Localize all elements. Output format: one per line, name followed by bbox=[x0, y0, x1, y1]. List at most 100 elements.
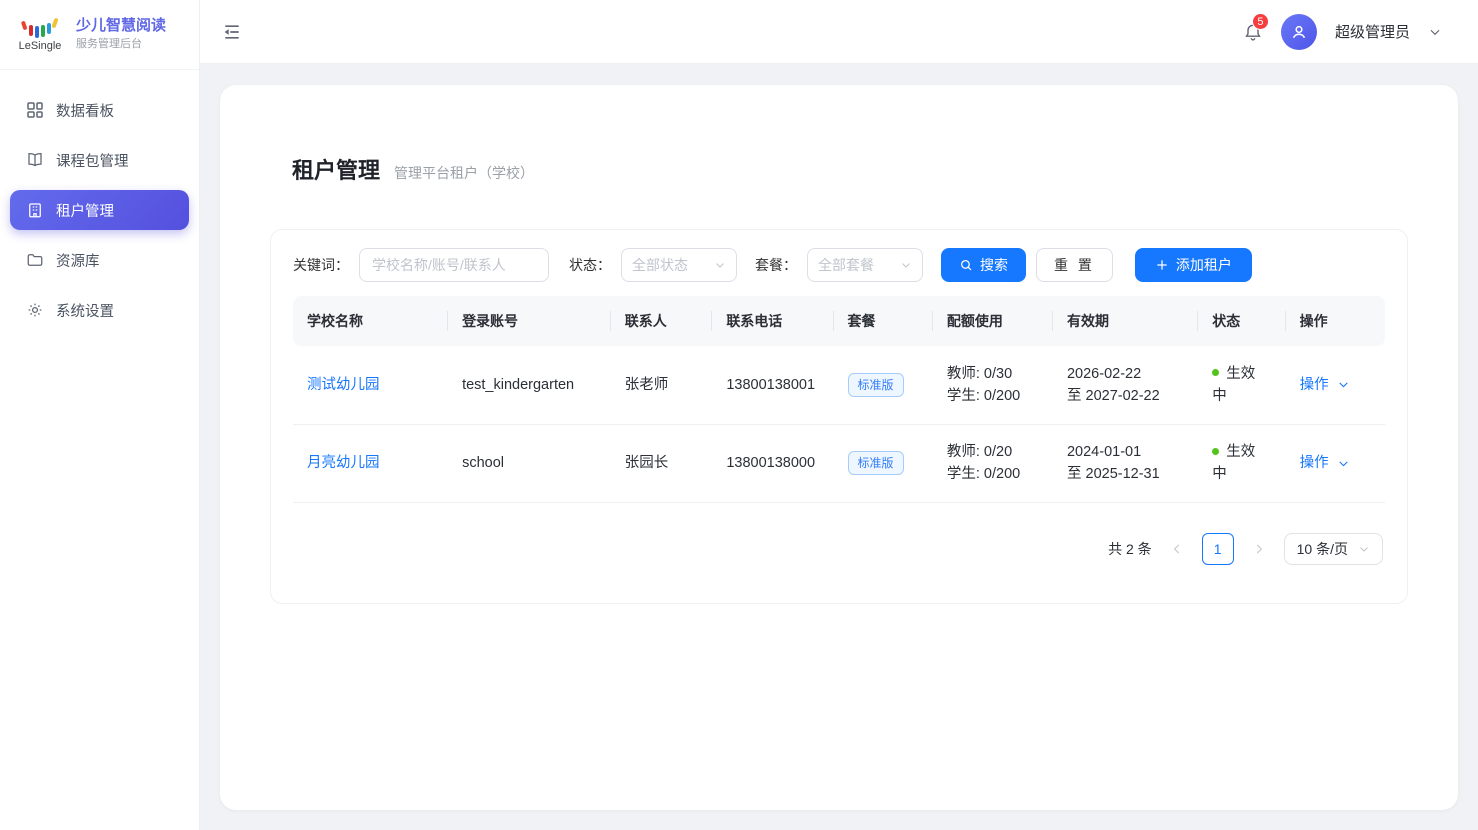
status-select[interactable]: 全部状态 bbox=[621, 248, 737, 282]
status-dot bbox=[1212, 448, 1219, 455]
username[interactable]: 超级管理员 bbox=[1335, 21, 1410, 42]
main-area: 5 超级管理员 租户管理 管理平台租户（学校） bbox=[200, 0, 1478, 830]
folder-icon bbox=[26, 251, 44, 269]
chevron-down-icon bbox=[1337, 378, 1350, 391]
pagination-next-icon[interactable] bbox=[1248, 542, 1270, 556]
action-label: 操作 bbox=[1300, 374, 1329, 396]
sidebar-item-tenants[interactable]: 租户管理 bbox=[10, 190, 189, 230]
row-actions-dropdown[interactable]: 操作 bbox=[1300, 374, 1350, 396]
valid-to: 至 2027-02-22 bbox=[1067, 385, 1184, 407]
brand-logo-area: LeSingle 少儿智慧阅读 服务管理后台 bbox=[0, 0, 199, 70]
plan-label: 套餐： bbox=[755, 255, 797, 275]
plan-badge: 标准版 bbox=[848, 373, 904, 397]
login-account-cell: test_kindergarten bbox=[448, 346, 611, 424]
valid-from: 2026-02-22 bbox=[1067, 363, 1184, 385]
school-name-link[interactable]: 测试幼儿园 bbox=[307, 377, 380, 393]
notification-bell-icon[interactable]: 5 bbox=[1243, 22, 1263, 42]
quota-teacher: 教师: 0/30 bbox=[947, 363, 1039, 385]
brand-logo: LeSingle bbox=[14, 17, 66, 52]
search-icon bbox=[959, 258, 973, 272]
chevron-down-icon[interactable] bbox=[1428, 25, 1442, 39]
col-status: 状态 bbox=[1198, 296, 1285, 346]
sidebar-item-label: 数据看板 bbox=[56, 100, 114, 121]
sidebar-item-dashboard[interactable]: 数据看板 bbox=[10, 90, 189, 130]
sidebar-item-course-packages[interactable]: 课程包管理 bbox=[10, 140, 189, 180]
chevron-down-icon bbox=[1358, 543, 1370, 555]
row-actions-dropdown[interactable]: 操作 bbox=[1300, 452, 1350, 474]
plan-select-value: 全部套餐 bbox=[818, 255, 874, 275]
col-actions: 操作 bbox=[1286, 296, 1385, 346]
quota-teacher: 教师: 0/20 bbox=[947, 441, 1039, 463]
keyword-label: 关键词： bbox=[293, 255, 349, 275]
page-head: 租户管理 管理平台租户（学校） bbox=[270, 153, 1408, 185]
header-right: 5 超级管理员 bbox=[1243, 14, 1442, 50]
validity-cell: 2024-01-01 至 2025-12-31 bbox=[1053, 424, 1198, 502]
page-size-select[interactable]: 10 条/页 bbox=[1284, 533, 1383, 565]
phone-cell: 13800138000 bbox=[712, 424, 833, 502]
add-tenant-button[interactable]: 添加租户 bbox=[1135, 248, 1252, 282]
building-icon bbox=[26, 201, 44, 219]
valid-to: 至 2025-12-31 bbox=[1067, 463, 1184, 485]
page-title: 租户管理 bbox=[292, 153, 380, 185]
tenant-table: 学校名称 登录账号 联系人 联系电话 套餐 配额使用 有效期 状态 操作 bbox=[293, 296, 1385, 503]
table-row: 测试幼儿园 test_kindergarten 张老师 13800138001 … bbox=[293, 346, 1385, 424]
pagination: 共 2 条 1 10 条/页 bbox=[293, 533, 1385, 565]
col-login-account: 登录账号 bbox=[448, 296, 611, 346]
table-row: 月亮幼儿园 school 张园长 13800138000 标准版 教师: 0/2… bbox=[293, 424, 1385, 502]
table-header: 学校名称 登录账号 联系人 联系电话 套餐 配额使用 有效期 状态 操作 bbox=[293, 296, 1385, 346]
quota-student: 学生: 0/200 bbox=[947, 463, 1039, 485]
chevron-down-icon bbox=[1337, 457, 1350, 470]
pagination-prev-icon[interactable] bbox=[1166, 542, 1188, 556]
valid-from: 2024-01-01 bbox=[1067, 441, 1184, 463]
lesingle-logo-icon bbox=[18, 17, 62, 39]
login-account-cell: school bbox=[448, 424, 611, 502]
keyword-input[interactable] bbox=[359, 248, 549, 282]
filter-bar: 关键词： 状态： 全部状态 套餐： 全部套餐 bbox=[293, 248, 1385, 282]
contact-cell: 张园长 bbox=[611, 424, 713, 502]
brand-text: 少儿智慧阅读 服务管理后台 bbox=[76, 17, 166, 52]
content-area: 租户管理 管理平台租户（学校） 关键词： 状态： 全部状态 bbox=[200, 64, 1478, 830]
search-button[interactable]: 搜索 bbox=[941, 248, 1026, 282]
chevron-down-icon bbox=[900, 259, 912, 271]
sidebar-item-settings[interactable]: 系统设置 bbox=[10, 290, 189, 330]
notification-badge: 5 bbox=[1252, 13, 1269, 30]
avatar[interactable] bbox=[1281, 14, 1317, 50]
tenant-panel: 关键词： 状态： 全部状态 套餐： 全部套餐 bbox=[270, 229, 1408, 604]
quota-student: 学生: 0/200 bbox=[947, 385, 1039, 407]
reset-button[interactable]: 重 置 bbox=[1036, 248, 1113, 282]
validity-cell: 2026-02-22 至 2027-02-22 bbox=[1053, 346, 1198, 424]
gear-icon bbox=[26, 301, 44, 319]
quota-cell: 教师: 0/30 学生: 0/200 bbox=[933, 346, 1053, 424]
chevron-down-icon bbox=[714, 259, 726, 271]
search-button-label: 搜索 bbox=[980, 255, 1008, 275]
col-school-name: 学校名称 bbox=[293, 296, 448, 346]
action-label: 操作 bbox=[1300, 452, 1329, 474]
sidebar-item-label: 资源库 bbox=[56, 250, 100, 271]
page-subtitle: 管理平台租户（学校） bbox=[394, 163, 534, 183]
col-plan: 套餐 bbox=[834, 296, 933, 346]
status-select-value: 全部状态 bbox=[632, 255, 688, 275]
pagination-total: 共 2 条 bbox=[1108, 539, 1152, 559]
app-root: LeSingle 少儿智慧阅读 服务管理后台 数据看板 bbox=[0, 0, 1478, 830]
sidebar-item-label: 课程包管理 bbox=[56, 150, 129, 171]
school-name-link[interactable]: 月亮幼儿园 bbox=[307, 455, 380, 471]
sidebar-collapse-icon[interactable] bbox=[222, 22, 242, 42]
status-label: 状态： bbox=[569, 255, 611, 275]
col-contact: 联系人 bbox=[611, 296, 713, 346]
add-tenant-button-label: 添加租户 bbox=[1176, 255, 1232, 275]
contact-cell: 张老师 bbox=[611, 346, 713, 424]
col-quota: 配额使用 bbox=[933, 296, 1053, 346]
col-phone: 联系电话 bbox=[712, 296, 833, 346]
brand-title: 少儿智慧阅读 bbox=[76, 17, 166, 36]
grid-icon bbox=[26, 101, 44, 119]
phone-cell: 13800138001 bbox=[712, 346, 833, 424]
reset-button-label: 重 置 bbox=[1054, 255, 1095, 275]
book-icon bbox=[26, 151, 44, 169]
page-size-value: 10 条/页 bbox=[1297, 539, 1348, 559]
brand-subtitle: 服务管理后台 bbox=[76, 38, 166, 52]
plan-select[interactable]: 全部套餐 bbox=[807, 248, 923, 282]
tenant-management-card: 租户管理 管理平台租户（学校） 关键词： 状态： 全部状态 bbox=[220, 85, 1458, 810]
sidebar-item-label: 系统设置 bbox=[56, 300, 114, 321]
sidebar-item-resources[interactable]: 资源库 bbox=[10, 240, 189, 280]
pagination-page-1[interactable]: 1 bbox=[1202, 533, 1234, 565]
